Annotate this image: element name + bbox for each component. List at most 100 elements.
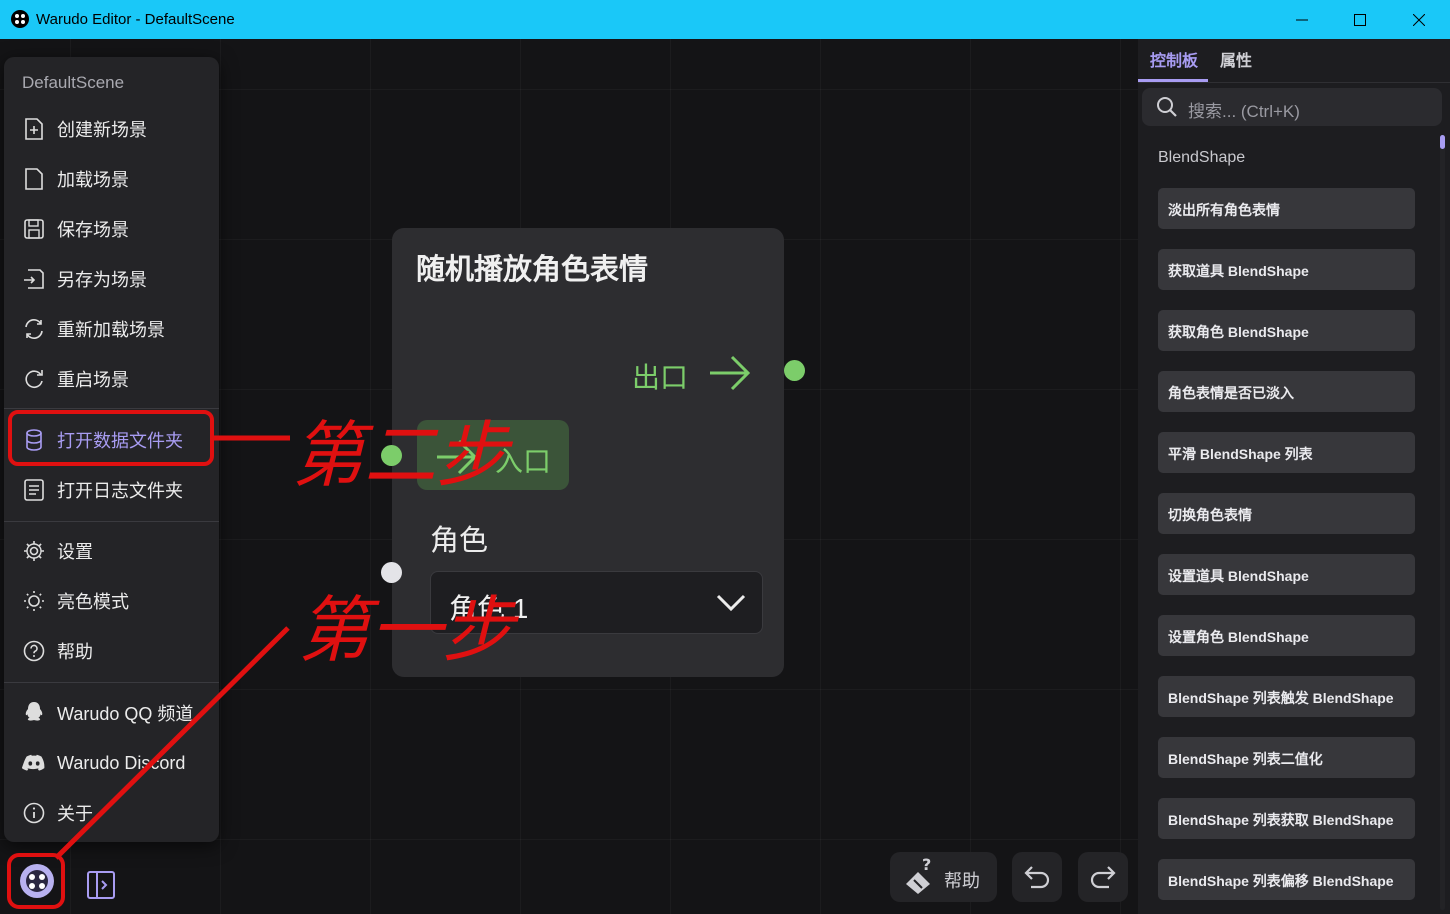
tab-control-panel[interactable]: 控制板: [1150, 47, 1198, 79]
scene-name: DefaultScene: [22, 73, 125, 92]
menu-item-save-as-scene[interactable]: 另存为场景: [4, 257, 219, 301]
node-palette-item[interactable]: BlendShape 列表偏移 BlendShape: [1158, 859, 1415, 900]
menu-item-qq-channel[interactable]: Warudo QQ 频道: [4, 691, 219, 735]
menu-item-help[interactable]: 帮助: [4, 629, 219, 673]
node-palette-item[interactable]: 获取道具 BlendShape: [1158, 249, 1415, 290]
character-label: 角色: [430, 525, 489, 557]
tab-properties[interactable]: 属性: [1220, 47, 1252, 79]
window-title: Warudo Editor - DefaultScene: [36, 11, 235, 28]
character-dropdown[interactable]: 角色 1: [430, 571, 763, 634]
menu-item-about[interactable]: 关于: [4, 791, 219, 835]
node-palette-item[interactable]: BlendShape 列表获取 BlendShape: [1158, 798, 1415, 839]
database-icon: [22, 428, 46, 452]
undo-button[interactable]: [1012, 852, 1062, 902]
save-icon: [22, 217, 46, 241]
minimize-icon: [1296, 19, 1308, 20]
node-palette-item-label: 角色表情是否已淡入: [1168, 385, 1294, 401]
node-palette-item[interactable]: 角色表情是否已淡入: [1158, 371, 1415, 412]
node-palette-item[interactable]: 设置角色 BlendShape: [1158, 615, 1415, 656]
node-palette-item-label: 淡出所有角色表情: [1168, 202, 1280, 218]
menu-item-label: 加载场景: [57, 170, 129, 190]
menu-item-save-scene[interactable]: 保存场景: [4, 207, 219, 251]
node-palette-item[interactable]: 平滑 BlendShape 列表: [1158, 432, 1415, 473]
node-palette-item-label: 获取道具 BlendShape: [1168, 263, 1309, 279]
node-palette-item[interactable]: 切换角色表情: [1158, 493, 1415, 534]
menu-item-reload-scene[interactable]: 重新加载场景: [4, 307, 219, 351]
menu-item-settings[interactable]: 设置: [4, 529, 219, 573]
node-palette-item[interactable]: 获取角色 BlendShape: [1158, 310, 1415, 351]
menu-divider: [4, 521, 219, 522]
menu-item-restart-scene[interactable]: 重启场景: [4, 357, 219, 401]
qq-icon: [22, 701, 46, 725]
help-icon: [22, 639, 46, 663]
entry-port-label: 入口: [495, 446, 552, 477]
entry-port[interactable]: [381, 445, 402, 466]
sidebar-panel-icon: [87, 871, 115, 899]
character-input-port[interactable]: [381, 562, 402, 583]
restart-icon: [22, 367, 46, 391]
arrow-right-icon: [437, 439, 478, 475]
node-title: 随机播放角色表情: [416, 254, 649, 286]
menu-item-label: 设置: [57, 542, 93, 562]
tab-divider: [1138, 82, 1450, 83]
redo-icon: [1090, 866, 1116, 889]
menu-item-open-log-folder[interactable]: 打开日志文件夹: [4, 468, 219, 512]
node-palette-item[interactable]: BlendShape 列表二值化: [1158, 737, 1415, 778]
redo-button[interactable]: [1078, 852, 1128, 902]
scrollbar[interactable]: [1440, 135, 1445, 910]
character-dropdown-value: 角色 1: [449, 593, 529, 624]
section-heading: BlendShape: [1158, 149, 1246, 166]
title-bar: Warudo Editor - DefaultScene: [0, 0, 1450, 39]
help-button-label: 帮助: [944, 871, 980, 891]
minimize-button[interactable]: [1273, 0, 1331, 39]
node-palette-item[interactable]: 设置道具 BlendShape: [1158, 554, 1415, 595]
search-placeholder: 搜索... (Ctrl+K): [1188, 102, 1300, 121]
node-palette-item-label: BlendShape 列表偏移 BlendShape: [1168, 873, 1394, 889]
node-palette-item-label: BlendShape 列表二值化: [1168, 751, 1323, 767]
info-icon: [22, 801, 46, 825]
menu-divider: [4, 682, 219, 683]
search-input[interactable]: 搜索... (Ctrl+K): [1142, 88, 1442, 126]
maximize-button[interactable]: [1331, 0, 1389, 39]
entry-trigger-button[interactable]: 入口: [417, 420, 569, 490]
menu-item-label: Warudo Discord: [57, 752, 186, 773]
menu-item-label: 保存场景: [57, 220, 129, 240]
log-file-icon: [22, 478, 46, 502]
node-palette-item-label: 获取角色 BlendShape: [1168, 324, 1309, 340]
menu-item-label: 关于: [57, 804, 93, 824]
warudo-menu-button[interactable]: [18, 862, 56, 900]
file-icon: [22, 167, 46, 191]
search-icon: [1157, 97, 1177, 117]
menu-item-load-scene[interactable]: 加载场景: [4, 157, 219, 201]
save-as-icon: [22, 267, 46, 291]
menu-item-new-scene[interactable]: 创建新场景: [4, 107, 219, 151]
svg-text:?: ?: [922, 856, 931, 874]
help-button[interactable]: ? 帮助: [890, 852, 997, 902]
chevron-down-icon: [716, 594, 746, 612]
node-palette-item[interactable]: 淡出所有角色表情: [1158, 188, 1415, 229]
node-palette-item[interactable]: BlendShape 列表触发 BlendShape: [1158, 676, 1415, 717]
menu-item-label: Warudo QQ 频道: [57, 704, 194, 724]
menu-item-label: 打开日志文件夹: [57, 481, 183, 501]
menu-item-label: 创建新场景: [57, 120, 147, 140]
menu-item-discord[interactable]: Warudo Discord: [4, 741, 219, 785]
menu-item-light-mode[interactable]: 亮色模式: [4, 579, 219, 623]
node-palette-item-label: BlendShape 列表获取 BlendShape: [1168, 812, 1394, 828]
menu-item-open-data-folder[interactable]: 打开数据文件夹: [4, 418, 219, 462]
undo-icon: [1024, 866, 1050, 889]
reload-icon: [22, 317, 46, 341]
scrollbar-thumb[interactable]: [1440, 135, 1445, 149]
menu-item-label: 打开数据文件夹: [57, 431, 183, 451]
file-plus-icon: [22, 117, 46, 141]
close-icon: [1413, 13, 1425, 26]
exit-port[interactable]: [784, 360, 805, 381]
menu-item-label: 重新加载场景: [57, 320, 165, 340]
arrow-right-icon: [710, 355, 751, 391]
node-palette-item-label: 平滑 BlendShape 列表: [1168, 446, 1313, 462]
node-palette-item-label: BlendShape 列表触发 BlendShape: [1168, 690, 1394, 706]
gear-icon: [22, 539, 46, 563]
discord-icon: [22, 751, 46, 775]
warudo-logo-icon: [20, 864, 54, 898]
toggle-sidebar-button[interactable]: [86, 870, 116, 900]
close-button[interactable]: [1390, 0, 1448, 39]
